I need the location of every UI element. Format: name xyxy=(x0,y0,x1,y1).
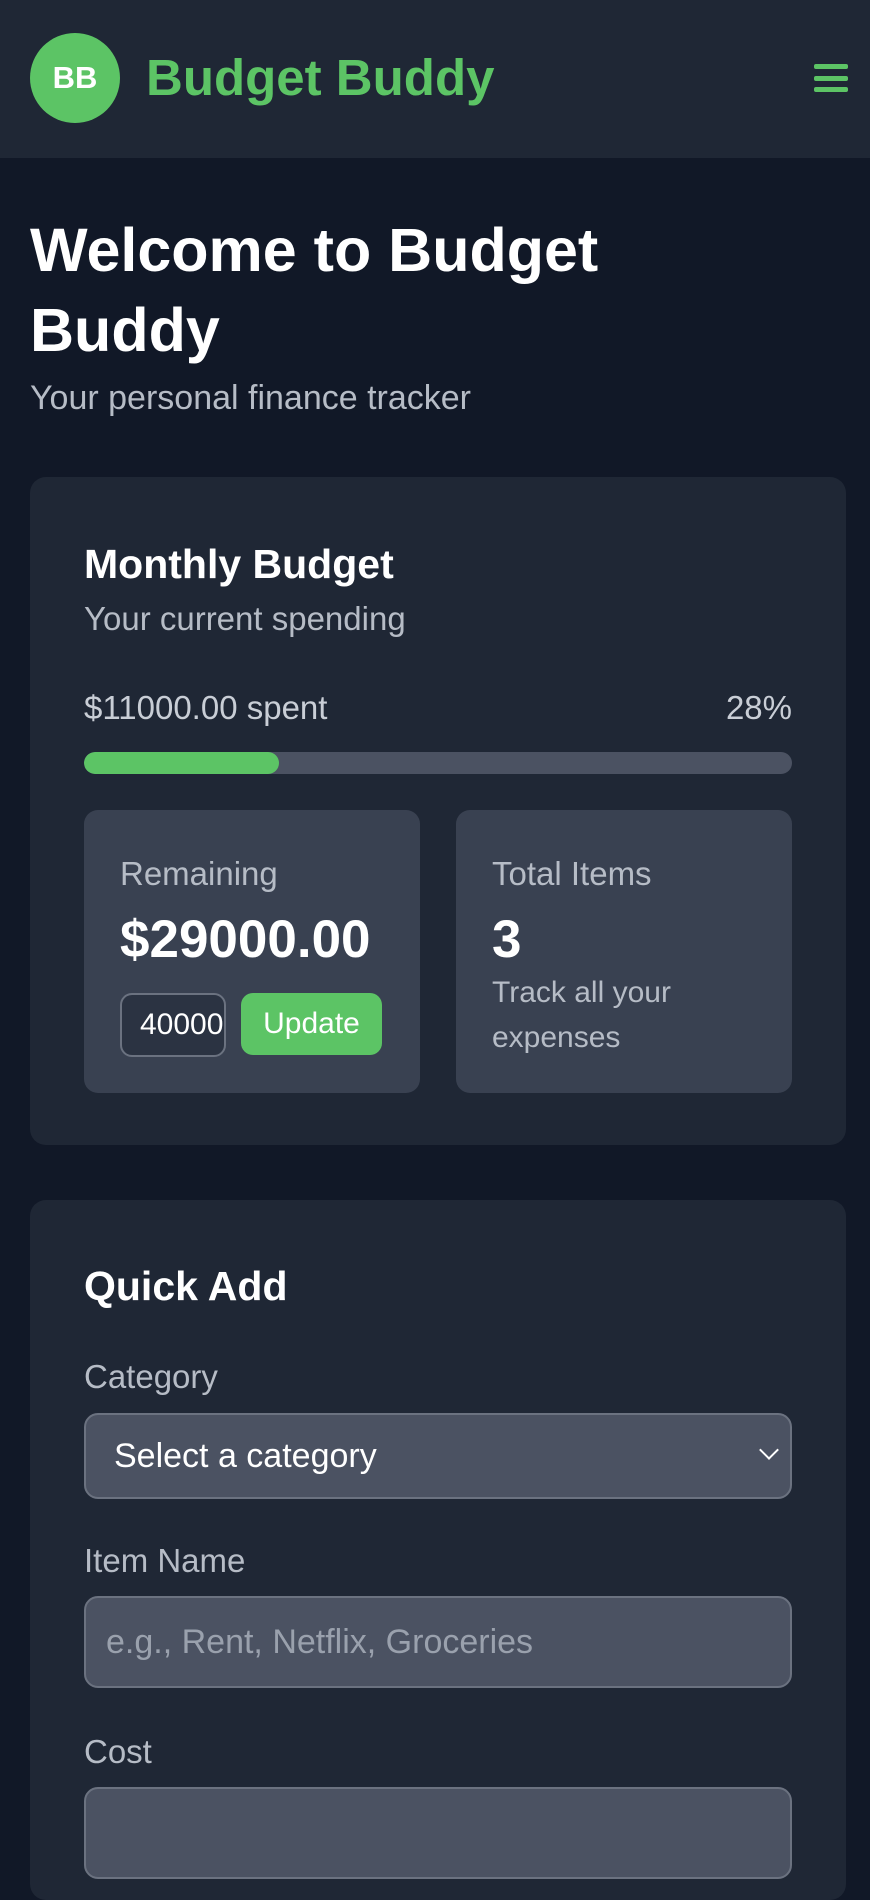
monthly-budget-subtitle: Your current spending xyxy=(84,600,406,637)
total-items-stat: Total Items 3 Track all your expenses xyxy=(456,810,792,1093)
remaining-stat: Remaining $29000.00 40000 Update xyxy=(84,810,420,1093)
page-subtitle: Your personal finance tracker xyxy=(30,379,472,417)
logo-initials: BB xyxy=(52,60,98,95)
hamburger-menu-icon[interactable] xyxy=(814,64,848,92)
budget-progress-bar xyxy=(84,752,792,774)
app-name[interactable]: Budget Buddy xyxy=(146,46,494,110)
page-title: Welcome to Budget Buddy xyxy=(30,216,599,364)
total-items-value: 3 xyxy=(492,910,522,969)
remaining-value: $29000.00 xyxy=(120,910,371,969)
category-selected-value: Select a category xyxy=(114,1436,377,1475)
budget-progress-fill xyxy=(84,752,279,774)
category-select[interactable]: Select a category xyxy=(84,1413,792,1499)
quick-add-card: Quick Add Category Select a category Ite… xyxy=(30,1200,846,1900)
monthly-budget-title: Monthly Budget xyxy=(84,541,394,587)
budget-amount-input[interactable]: 40000 xyxy=(120,993,226,1057)
update-budget-button[interactable]: Update xyxy=(241,993,382,1055)
app-header: BB Budget Buddy xyxy=(0,0,870,158)
total-items-label: Total Items xyxy=(492,855,652,892)
spent-percent: 28% xyxy=(725,689,792,726)
cost-input[interactable] xyxy=(84,1787,792,1879)
cost-label: Cost xyxy=(84,1733,152,1770)
item-name-label: Item Name xyxy=(84,1542,246,1579)
quick-add-title: Quick Add xyxy=(84,1263,288,1309)
logo-avatar[interactable]: BB xyxy=(30,33,120,123)
chevron-down-icon xyxy=(759,1440,779,1460)
item-name-input[interactable]: e.g., Rent, Netflix, Groceries xyxy=(84,1596,792,1688)
total-items-note: Track all your expenses xyxy=(492,976,671,1054)
spent-amount: $11000.00 spent xyxy=(84,689,328,726)
remaining-label: Remaining xyxy=(120,855,278,892)
category-label: Category xyxy=(84,1358,218,1395)
item-name-placeholder: e.g., Rent, Netflix, Groceries xyxy=(106,1622,534,1661)
monthly-budget-card: Monthly Budget Your current spending $11… xyxy=(30,477,846,1145)
